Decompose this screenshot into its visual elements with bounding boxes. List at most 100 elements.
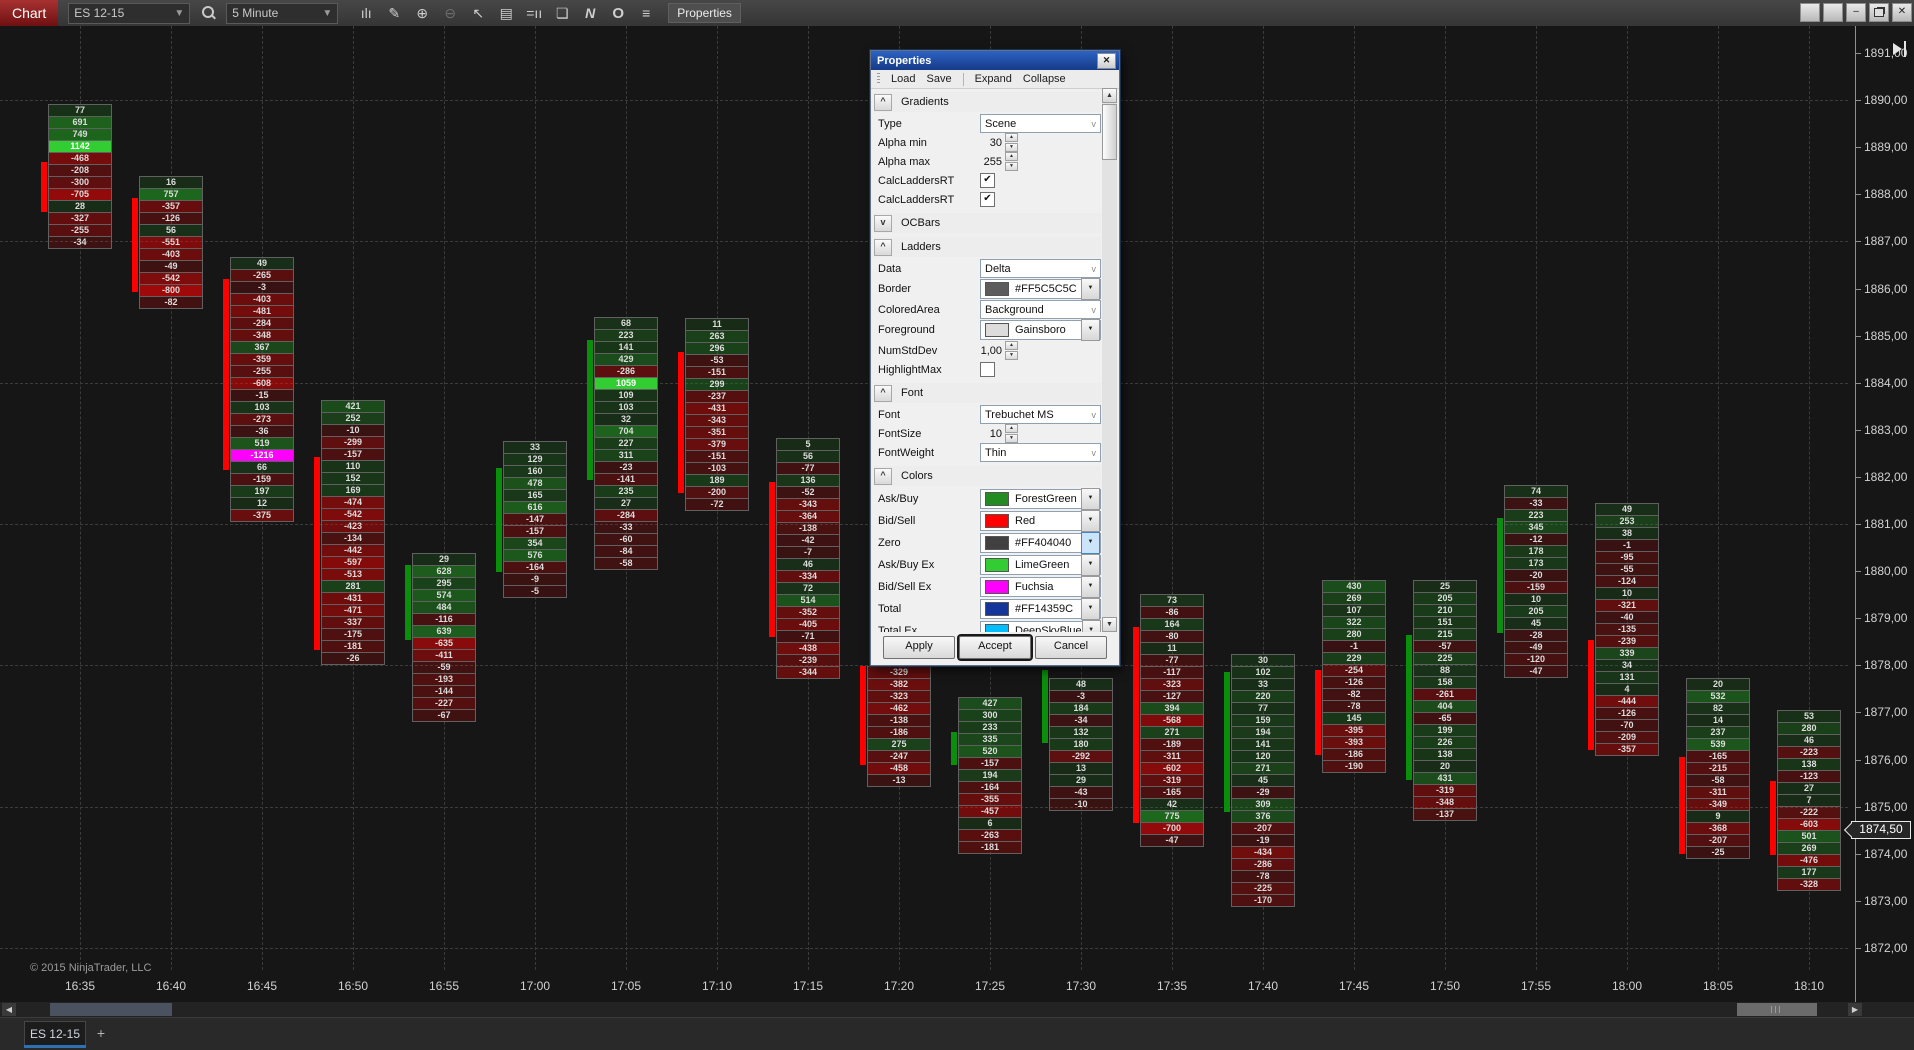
color-select[interactable]: LimeGreen ▼ xyxy=(980,554,1101,576)
spin-down-icon[interactable]: ▼ xyxy=(1005,434,1018,443)
pencil-draw-icon[interactable]: ✎ xyxy=(382,2,406,24)
property-select[interactable]: Thin v xyxy=(980,443,1101,462)
scroll-up-icon[interactable]: ▲ xyxy=(1102,88,1117,103)
window-extra-button[interactable] xyxy=(1823,3,1843,22)
spin-up-icon[interactable]: ▲ xyxy=(1005,152,1018,161)
price-axis-label: 1877,00 xyxy=(1864,705,1908,720)
cursor-icon[interactable]: ↖ xyxy=(466,2,490,24)
color-dropdown-icon[interactable]: ▼ xyxy=(1081,554,1100,576)
property-spinner[interactable]: 255 ▲ ▼ xyxy=(980,152,1018,171)
toolbar-icons: ılı ✎ ⊕ ⊖ ↖ ▤ =ıı ❏ N O ≡ xyxy=(354,2,658,24)
color-select[interactable]: #FF5C5C5C ▼ xyxy=(980,278,1101,300)
gridline-horizontal xyxy=(0,806,1848,808)
color-select[interactable]: ForestGreen ▼ xyxy=(980,488,1101,510)
scroll-down-icon[interactable]: ▼ xyxy=(1102,617,1117,632)
spinner-arrows: ▲ ▼ xyxy=(1005,152,1018,171)
apply-button[interactable]: Apply xyxy=(883,636,955,659)
restore-button[interactable] xyxy=(1869,3,1889,22)
close-button[interactable]: ✕ xyxy=(1892,3,1912,22)
chart-window-tab[interactable]: Chart xyxy=(0,0,59,26)
property-select[interactable]: Background v xyxy=(980,300,1101,319)
add-tab-button[interactable]: + xyxy=(92,1024,110,1042)
price-axis-tick xyxy=(1855,147,1861,149)
collapse-section-icon[interactable]: ^ xyxy=(874,93,892,111)
minimize-button[interactable]: – xyxy=(1846,3,1866,22)
section-header-font[interactable]: ^ Font xyxy=(874,383,1101,403)
tab-es-12-15[interactable]: ES 12-15 xyxy=(24,1021,86,1048)
color-dropdown-icon[interactable]: ▼ xyxy=(1081,532,1100,554)
zoom-out-icon[interactable]: ⊖ xyxy=(438,2,462,24)
dialog-scrollbar[interactable]: ▲ ▼ xyxy=(1102,88,1117,632)
scrollbar-thumb[interactable] xyxy=(1102,104,1117,160)
dialog-titlebar[interactable]: Properties ✕ xyxy=(871,51,1119,70)
scroll-right-icon[interactable]: ▶ xyxy=(1848,1003,1862,1016)
ladder-cell: -26 xyxy=(321,652,385,665)
horizontal-scrollbar[interactable]: ◀ ▶ xyxy=(0,1002,1914,1017)
section-header-ladders[interactable]: ^ Ladders xyxy=(874,237,1101,257)
market-analyzer-icon[interactable]: =ıı xyxy=(522,2,546,24)
property-select[interactable]: Scene v xyxy=(980,114,1101,133)
interval-select[interactable]: 5 Minute ▼ xyxy=(226,2,339,24)
reload-icon[interactable]: O xyxy=(606,2,630,24)
property-spinner[interactable]: 30 ▲ ▼ xyxy=(980,133,1018,152)
property-spinner[interactable]: 1,00 ▲ ▼ xyxy=(980,341,1018,360)
collapse-section-icon[interactable]: ^ xyxy=(874,467,892,485)
color-select[interactable]: Red ▼ xyxy=(980,510,1101,532)
section-header-ocbars[interactable]: v OCBars xyxy=(874,213,1101,233)
expand-section-icon[interactable]: v xyxy=(874,214,892,232)
color-dropdown-icon[interactable]: ▼ xyxy=(1081,620,1101,632)
color-select[interactable]: DeepSkyBlue ▼ xyxy=(980,620,1101,632)
price-bars-icon[interactable]: ılı xyxy=(354,2,378,24)
ladder-cell: -344 xyxy=(776,666,840,679)
menu-collapse[interactable]: Collapse xyxy=(1023,73,1066,85)
window-extra-button[interactable] xyxy=(1800,3,1820,22)
scrollbar-thumb[interactable] xyxy=(1737,1003,1817,1016)
color-dropdown-icon[interactable]: ▼ xyxy=(1081,576,1100,598)
spin-up-icon[interactable]: ▲ xyxy=(1005,133,1018,142)
instrument-search-icon[interactable] xyxy=(200,5,217,21)
line-tool-icon[interactable]: N xyxy=(578,2,602,24)
color-dropdown-icon[interactable]: ▼ xyxy=(1081,319,1100,341)
ladder-cell: -82 xyxy=(139,296,203,309)
chart-trader-icon[interactable]: ▤ xyxy=(494,2,518,24)
cancel-button[interactable]: Cancel xyxy=(1035,636,1107,659)
section-header-colors[interactable]: ^ Colors xyxy=(874,466,1101,486)
menu-load[interactable]: Load xyxy=(891,73,915,85)
spin-up-icon[interactable]: ▲ xyxy=(1005,424,1018,433)
property-checkbox[interactable] xyxy=(980,362,995,377)
spin-down-icon[interactable]: ▼ xyxy=(1005,143,1018,152)
zoom-in-icon[interactable]: ⊕ xyxy=(410,2,434,24)
layers-icon[interactable]: ❏ xyxy=(550,2,574,24)
property-spinner[interactable]: 10 ▲ ▼ xyxy=(980,424,1018,443)
color-dropdown-icon[interactable]: ▼ xyxy=(1081,510,1100,532)
property-select[interactable]: Trebuchet MS v xyxy=(980,405,1101,424)
color-select[interactable]: Gainsboro ▼ xyxy=(980,319,1101,341)
color-dropdown-icon[interactable]: ▼ xyxy=(1081,278,1100,300)
properties-toolbar-button[interactable]: Properties xyxy=(668,3,741,23)
property-checkbox[interactable]: ✔ xyxy=(980,173,995,188)
collapse-section-icon[interactable]: ^ xyxy=(874,238,892,256)
accept-button[interactable]: Accept xyxy=(957,634,1033,661)
menu-expand[interactable]: Expand xyxy=(975,73,1012,85)
color-select[interactable]: #FF14359C ▼ xyxy=(980,598,1101,620)
section-header-gradients[interactable]: ^ Gradients xyxy=(874,92,1101,112)
spin-down-icon[interactable]: ▼ xyxy=(1005,351,1018,360)
color-dropdown-icon[interactable]: ▼ xyxy=(1081,488,1100,510)
color-select[interactable]: Fuchsia ▼ xyxy=(980,576,1101,598)
instrument-select[interactable]: ES 12-15 ▼ xyxy=(68,2,191,24)
scroll-left-icon[interactable]: ◀ xyxy=(2,1003,16,1016)
menu-save[interactable]: Save xyxy=(926,73,951,85)
color-select[interactable]: #FF404040 ▼ xyxy=(980,532,1101,554)
scrollbar-segment[interactable] xyxy=(50,1003,172,1016)
collapse-section-icon[interactable]: ^ xyxy=(874,384,892,402)
property-checkbox[interactable]: ✔ xyxy=(980,192,995,207)
color-dropdown-icon[interactable]: ▼ xyxy=(1081,598,1100,620)
delta-accent-bar xyxy=(314,457,320,650)
go-to-last-bar-icon[interactable] xyxy=(1893,41,1909,57)
property-select[interactable]: Delta v xyxy=(980,259,1101,278)
price-axis-tick xyxy=(1855,53,1861,54)
dialog-close-icon[interactable]: ✕ xyxy=(1097,52,1116,69)
spin-up-icon[interactable]: ▲ xyxy=(1005,341,1018,350)
spin-down-icon[interactable]: ▼ xyxy=(1005,162,1018,171)
data-series-icon[interactable]: ≡ xyxy=(634,2,658,24)
